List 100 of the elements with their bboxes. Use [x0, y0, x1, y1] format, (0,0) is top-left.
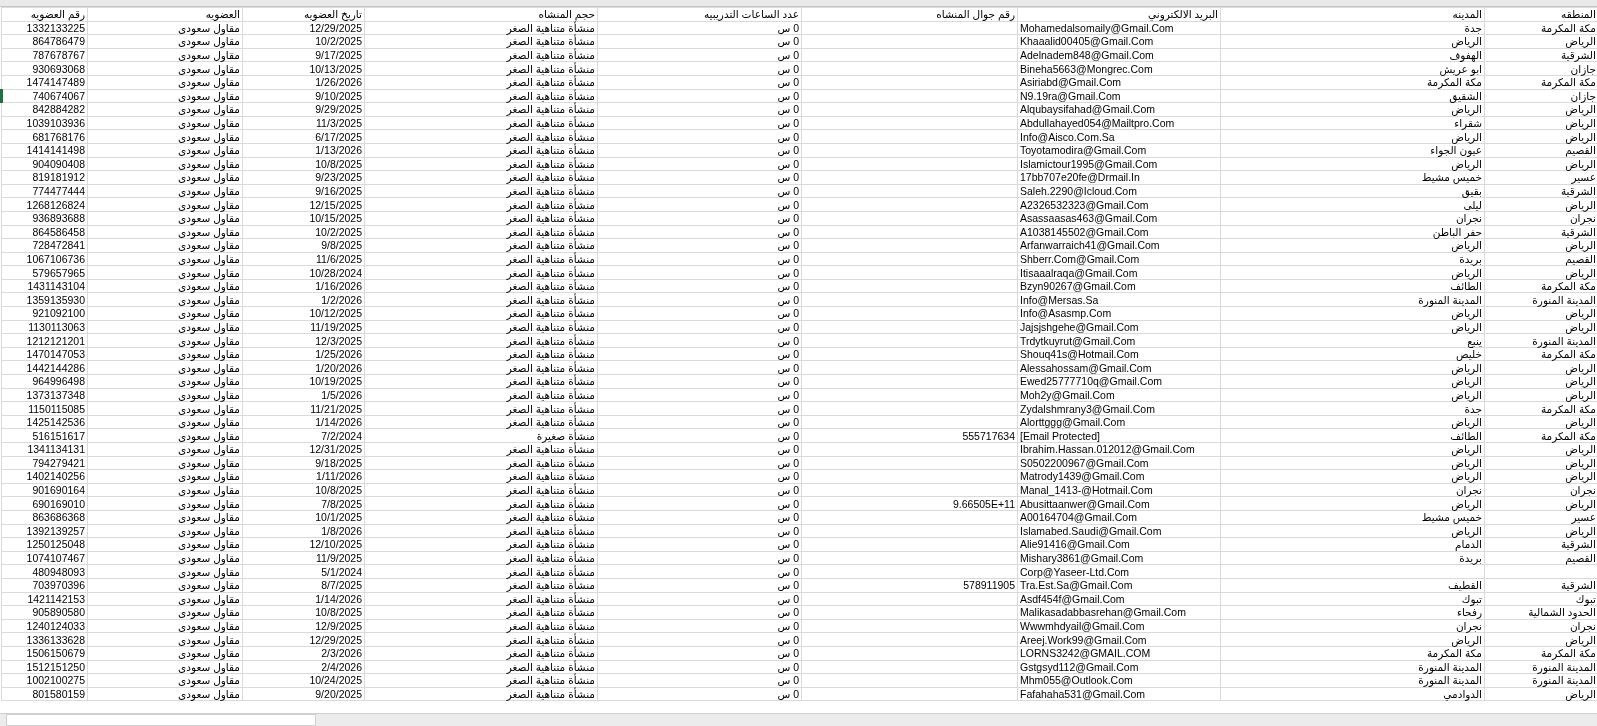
- table-cell: الرياض: [1220, 469, 1485, 484]
- table-cell: 1/25/2026: [242, 347, 365, 361]
- table-cell: مقاول سعودى: [87, 48, 243, 62]
- table-cell: الرياض: [1220, 442, 1485, 457]
- table-cell: الهفوف: [1220, 48, 1485, 62]
- table-cell: 578911905: [801, 578, 1018, 593]
- table-cell: 0 س: [597, 537, 802, 552]
- table-cell: 0 س: [597, 605, 802, 620]
- table-cell: Asassaasas463@Gmail.Com: [1017, 211, 1221, 225]
- table-cell: مقاول سعودى: [87, 578, 243, 593]
- table-cell: مقاول سعودى: [87, 510, 243, 525]
- table-cell: منشأة متناهية الصغر: [364, 660, 598, 674]
- table-cell: خميس مشيط: [1220, 170, 1485, 185]
- table-cell: منشأة متناهية الصغر: [364, 34, 598, 49]
- table-cell: القصيم: [1484, 143, 1597, 158]
- table-cell: جدة: [1220, 21, 1485, 35]
- table-cell: 681768176: [1, 129, 88, 144]
- table-cell: Toyotamodira@Gmail.Com: [1017, 143, 1221, 158]
- table-cell: 1341134131: [1, 442, 88, 457]
- table-cell: الرياض: [1484, 34, 1597, 49]
- table-cell: الرياض: [1220, 129, 1485, 144]
- table-cell: مقاول سعودى: [87, 347, 243, 361]
- table-cell: مقاول سعودى: [87, 61, 243, 76]
- table-cell: الرياض: [1484, 442, 1597, 457]
- table-cell: 9/23/2025: [242, 170, 365, 185]
- table-cell: 0 س: [597, 646, 802, 660]
- table-cell: منشأة متناهية الصغر: [364, 21, 598, 35]
- table-cell: 0 س: [597, 456, 802, 470]
- table-cell: الرياض: [1220, 320, 1485, 334]
- table-cell: 0 س: [597, 415, 802, 429]
- table-cell: بريدة: [1220, 252, 1485, 266]
- table-cell: منشأة متناهية الصغر: [364, 129, 598, 144]
- table-cell: 1506150679: [1, 646, 88, 660]
- table-cell: 1442144286: [1, 360, 88, 375]
- table-cell: مقاول سعودى: [87, 252, 243, 266]
- table-cell: منشأة متناهية الصغر: [364, 632, 598, 647]
- table-cell: 0 س: [597, 442, 802, 457]
- column-header: تاريخ العضويه: [242, 7, 365, 22]
- table-cell: الرياض: [1484, 360, 1597, 375]
- table-cell: 0 س: [597, 238, 802, 253]
- table-cell: المدينة المنورة: [1484, 292, 1597, 307]
- table-cell: مقاول سعودى: [87, 184, 243, 198]
- table-cell: Tra.Est.Sa@Gmail.Com: [1017, 578, 1221, 593]
- table-cell: 9/8/2025: [242, 238, 365, 253]
- table-cell: منشأة متناهية الصغر: [364, 157, 598, 171]
- horizontal-scrollbar[interactable]: [0, 713, 1597, 726]
- table-cell: الرياض: [1484, 524, 1597, 538]
- table-cell: 7/2/2024: [242, 428, 365, 443]
- table-cell: 1268126824: [1, 197, 88, 212]
- table-cell: منشأة متناهية الصغر: [364, 238, 598, 253]
- table-cell: 1067106736: [1, 252, 88, 266]
- table-cell: 1074107467: [1, 551, 88, 565]
- table-cell: منشأة متناهية الصغر: [364, 360, 598, 375]
- table-cell: منشأة متناهية الصغر: [364, 48, 598, 62]
- table-cell: الشرقية: [1484, 537, 1597, 552]
- table-cell: عيون الجواء: [1220, 143, 1485, 158]
- table-cell: مقاول سعودى: [87, 632, 243, 647]
- table-cell: عسير: [1484, 510, 1597, 525]
- table-cell: 1/26/2026: [242, 75, 365, 90]
- column-header: حجم المنشاه: [364, 7, 598, 22]
- table-cell: 6/17/2025: [242, 129, 365, 144]
- table-cell: 17bb707e20fe@Drmail.In: [1017, 170, 1221, 185]
- table-cell: نجران: [1220, 483, 1485, 497]
- table-cell: مقاول سعودى: [87, 660, 243, 674]
- table-cell: 0 س: [597, 279, 802, 293]
- table-cell: 0 س: [597, 632, 802, 647]
- table-cell: 12/29/2025: [242, 632, 365, 647]
- table-cell: مقاول سعودى: [87, 619, 243, 633]
- table-cell: 0 س: [597, 483, 802, 497]
- table-cell: مقاول سعودى: [87, 34, 243, 49]
- table-cell: 0 س: [597, 469, 802, 484]
- table-cell: 0 س: [597, 225, 802, 239]
- table-cell: منشأة متناهية الصغر: [364, 75, 598, 90]
- column-header: العضويه: [87, 7, 243, 22]
- table-cell: Arfanwarraich41@Gmail.Com: [1017, 238, 1221, 253]
- table-cell: جازان: [1484, 61, 1597, 76]
- table-cell: مقاول سعودى: [87, 320, 243, 334]
- table-cell: منشأة متناهية الصغر: [364, 469, 598, 484]
- table-cell: منشأة متناهية الصغر: [364, 143, 598, 158]
- table-cell: الرياض: [1484, 687, 1597, 701]
- table-cell: 1250125048: [1, 537, 88, 552]
- table-cell: 12/31/2025: [242, 442, 365, 457]
- table-cell: 0 س: [597, 197, 802, 212]
- table-cell: مكة المكرمة: [1220, 646, 1485, 660]
- table-cell: 12/29/2025: [242, 21, 365, 35]
- table-cell: بقيق: [1220, 184, 1485, 198]
- table-cell: مقاول سعودى: [87, 388, 243, 402]
- table-cell: مقاول سعودى: [87, 537, 243, 552]
- table-cell: الرياض: [1220, 496, 1485, 511]
- table-cell: 864586458: [1, 225, 88, 239]
- table-cell: 863686368: [1, 510, 88, 525]
- table-cell: 8/7/2025: [242, 578, 365, 593]
- table-cell: منشأة متناهية الصغر: [364, 211, 598, 225]
- table-cell: مقاول سعودى: [87, 129, 243, 144]
- table-cell: منشأة متناهية الصغر: [364, 320, 598, 334]
- table-cell: Manal_1413-@Hotmail.Com: [1017, 483, 1221, 497]
- table-cell: مقاول سعودى: [87, 306, 243, 321]
- scrollbar-thumb[interactable]: [6, 714, 316, 726]
- table-cell: مقاول سعودى: [87, 374, 243, 389]
- table-cell: 11/3/2025: [242, 116, 365, 130]
